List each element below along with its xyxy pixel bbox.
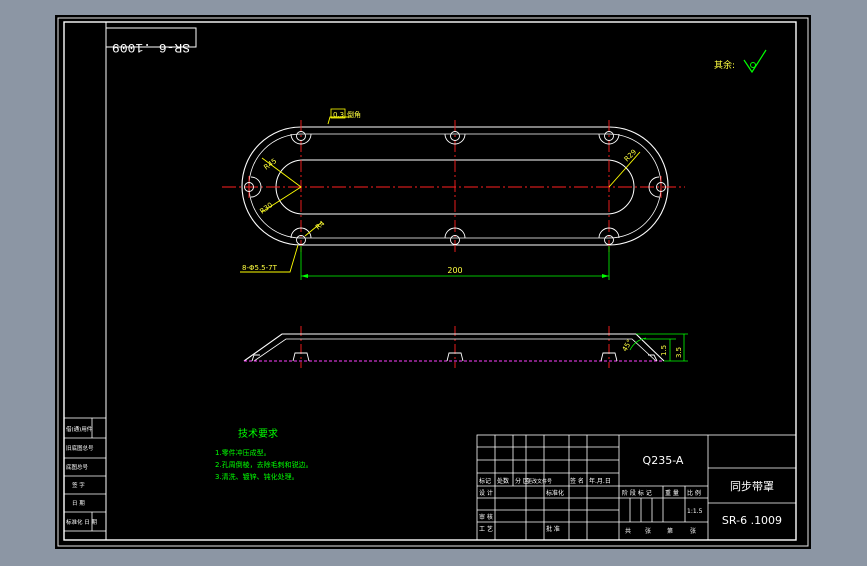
row-audit: 审 核 xyxy=(479,513,493,521)
cad-viewport[interactable]: SR-6 .1009 其余: R45 R30 R29 R4 0.3 倒角 8-Φ… xyxy=(0,0,867,562)
strip-cell: 签 字 xyxy=(72,481,85,489)
drawing-number: SR-6 .1009 xyxy=(722,514,782,527)
rev-header: 标记 xyxy=(479,477,491,485)
drawing-sheet xyxy=(55,15,811,549)
mirrored-code-text: SR-6 .1009 xyxy=(112,40,190,55)
strip-cell: 底图总号 xyxy=(66,463,89,471)
dim-height-inner: 1.5 xyxy=(660,345,668,356)
sheet-info: 第 xyxy=(667,527,673,535)
roughness-label: 其余: xyxy=(714,59,735,71)
note-item-1: 1.零件冲压成型。 xyxy=(215,448,271,457)
strip-cell: 日 期 xyxy=(72,500,85,507)
finish-callout-note: 倒角 xyxy=(347,110,361,119)
rev-header: 更改文件号 xyxy=(527,478,552,485)
row-approve: 批 准 xyxy=(546,525,560,533)
part-name: 同步带罩 xyxy=(730,480,774,493)
hole-callout: 8-Φ5.5-7T xyxy=(242,264,278,272)
stage-header: 重 量 xyxy=(665,489,679,497)
sheet-info: 张 xyxy=(690,527,696,535)
note-item-2: 2.孔周倒棱，去除毛刺和锐边。 xyxy=(215,460,313,469)
rev-header: 处数 xyxy=(497,477,509,485)
row-design: 设 计 xyxy=(479,489,493,497)
finish-callout-value: 0.3 xyxy=(333,111,344,119)
material: Q235-A xyxy=(643,454,684,467)
row-standard: 标准化 xyxy=(546,489,564,497)
stage-header: 阶 段 标 记 xyxy=(622,489,652,497)
strip-cell: 标准化 日 期 xyxy=(66,518,97,526)
row-process: 工 艺 xyxy=(479,525,493,533)
sheet-info: 张 xyxy=(645,527,651,535)
strip-cell: 旧底图总号 xyxy=(66,444,94,452)
rev-header: 年.月.日 xyxy=(589,477,611,485)
sheet-info: 共 xyxy=(625,527,631,535)
notes-title: 技术要求 xyxy=(238,427,278,440)
dim-height-outer: 3.5 xyxy=(675,347,683,358)
stage-header: 比 例 xyxy=(687,489,701,497)
rev-header: 签 名 xyxy=(570,477,584,485)
note-item-3: 3.清洗、镀锌、钝化处理。 xyxy=(215,472,299,481)
scale-value: 1:1.5 xyxy=(687,508,703,515)
dim-length: 200 xyxy=(447,266,462,275)
strip-cell: 借(通)用件 xyxy=(66,425,93,433)
